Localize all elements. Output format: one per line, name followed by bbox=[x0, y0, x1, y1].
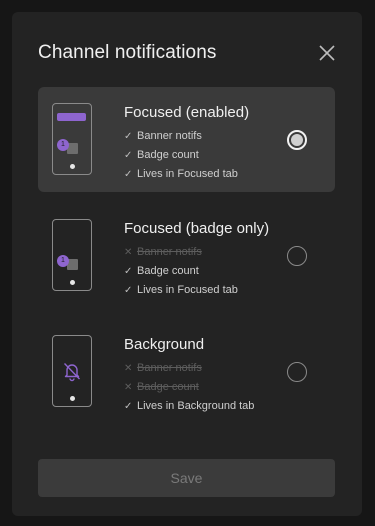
phone-preview: 1 bbox=[52, 103, 92, 175]
home-indicator bbox=[69, 396, 75, 401]
option-focused-badge-only[interactable]: 1 Focused (badge only) ✕ Banner notifs ✓ B… bbox=[38, 203, 335, 308]
badge-preview: 1 bbox=[57, 139, 69, 151]
feature-item: ✕ Banner notifs bbox=[124, 359, 254, 378]
radio-background[interactable] bbox=[287, 362, 307, 382]
feature-item: ✕ Banner notifs bbox=[124, 243, 238, 262]
feature-item: ✓ Badge count bbox=[124, 146, 238, 165]
check-icon: ✓ bbox=[124, 131, 133, 142]
feature-item: ✓ Badge count bbox=[124, 262, 238, 281]
feature-list: ✕ Banner notifs ✓ Badge count ✓ Lives in Fo… bbox=[124, 243, 238, 300]
feature-item: ✕ Badge count bbox=[124, 378, 254, 397]
feature-item: ✓ Lives in Focused tab bbox=[124, 165, 238, 184]
option-focused-enabled[interactable]: 1 Focused (enabled) ✓ Banner notifs ✓ Badg… bbox=[38, 87, 335, 192]
radio-focused-enabled[interactable] bbox=[287, 130, 307, 150]
check-icon: ✓ bbox=[124, 169, 133, 180]
option-title: Focused (badge only) bbox=[124, 220, 270, 237]
phone-preview: 1 bbox=[52, 219, 92, 291]
feature-list: ✓ Banner notifs ✓ Badge count ✓ Lives in Fo… bbox=[124, 127, 238, 184]
radio-focused-badge-only[interactable] bbox=[287, 246, 307, 266]
channel-notifications-dialog: Channel notifications 1 Focused (enabled… bbox=[12, 12, 362, 516]
check-icon: ✓ bbox=[124, 401, 133, 412]
home-indicator bbox=[69, 164, 75, 169]
banner-preview bbox=[57, 113, 86, 121]
bell-off-icon bbox=[63, 363, 81, 382]
feature-item: ✓ Lives in Focused tab bbox=[124, 281, 238, 300]
x-icon: ✕ bbox=[124, 247, 133, 258]
phone-preview bbox=[52, 335, 92, 407]
close-button[interactable] bbox=[316, 42, 338, 64]
home-indicator bbox=[69, 280, 75, 285]
feature-item: ✓ Lives in Background tab bbox=[124, 397, 254, 416]
x-icon: ✕ bbox=[124, 382, 133, 393]
save-button[interactable]: Save bbox=[38, 459, 335, 497]
badge-preview: 1 bbox=[57, 255, 69, 267]
check-icon: ✓ bbox=[124, 285, 133, 296]
option-title: Focused (enabled) bbox=[124, 104, 250, 121]
option-title: Background bbox=[124, 336, 205, 353]
x-icon: ✕ bbox=[124, 363, 133, 374]
feature-item: ✓ Banner notifs bbox=[124, 127, 238, 146]
check-icon: ✓ bbox=[124, 266, 133, 277]
dialog-title: Channel notifications bbox=[38, 42, 217, 63]
check-icon: ✓ bbox=[124, 150, 133, 161]
feature-list: ✕ Banner notifs ✕ Badge count ✓ Lives in Ba… bbox=[124, 359, 254, 416]
option-background[interactable]: Background ✕ Banner notifs ✕ Badge count ✓… bbox=[38, 319, 335, 424]
close-icon bbox=[319, 45, 335, 61]
